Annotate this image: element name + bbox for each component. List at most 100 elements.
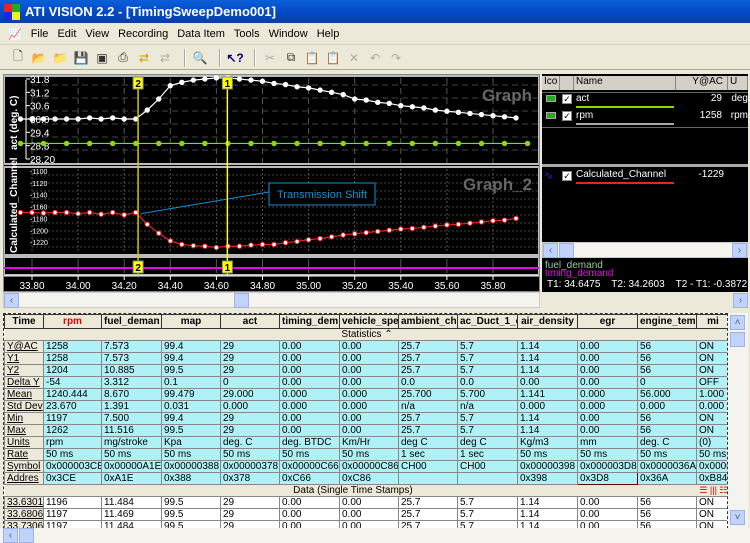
table-cell: 0.000	[339, 388, 399, 401]
menu-recording[interactable]: Recording	[118, 28, 168, 40]
col-unit[interactable]: U	[728, 76, 748, 90]
table-cell: 1262	[43, 424, 102, 437]
checkbox[interactable]: ✓	[562, 111, 572, 121]
row-label[interactable]: Max	[4, 424, 44, 437]
find-icon[interactable]: 🔍	[192, 50, 208, 66]
column-header-air-density[interactable]: air_density	[517, 314, 578, 329]
graph-hscroll[interactable]: ‹	[3, 292, 540, 308]
column-header-ambient-ch[interactable]: ambient_ch	[398, 314, 458, 329]
x-tick-label: 34.40	[158, 281, 183, 291]
delete-icon[interactable]: ✕	[346, 50, 362, 66]
menu-window[interactable]: Window	[269, 28, 308, 40]
column-header-timing-dem[interactable]: timing_dem	[279, 314, 340, 329]
row-label[interactable]: Mean	[4, 388, 44, 401]
table-cell: 50 ms	[637, 448, 697, 461]
column-header-engine-tem[interactable]: engine_tem	[637, 314, 697, 329]
scroll-right-button[interactable]: ›	[732, 243, 747, 258]
digital-strip-frame	[4, 256, 539, 276]
print-icon[interactable]: ⎙	[115, 50, 131, 66]
statistics-band[interactable]: Statistics ⌃	[4, 328, 727, 341]
menu-file[interactable]: File	[31, 28, 49, 40]
scroll-left-button[interactable]: ‹	[4, 293, 19, 308]
doc-icon[interactable]: 📈	[8, 28, 22, 41]
column-header-time[interactable]: Time	[4, 314, 44, 329]
open-folder-icon[interactable]: 📁	[52, 50, 68, 66]
scroll-thumb[interactable]	[19, 528, 34, 543]
row-label[interactable]: Y1	[4, 352, 44, 365]
new-icon[interactable]: 🗋	[10, 49, 26, 66]
column-header-act[interactable]: act	[220, 314, 280, 329]
col-yac[interactable]: Y@AC	[676, 76, 728, 90]
legend-row-calculated-channel[interactable]: ∿ ✓ Calculated_Channel -1229	[542, 168, 748, 184]
scroll-up-button[interactable]: ˄	[730, 315, 745, 330]
column-header-fuel-deman[interactable]: fuel_deman	[101, 314, 162, 329]
table-cell: 0.00	[279, 424, 340, 437]
save-all-icon[interactable]: ▣	[94, 50, 110, 66]
column-header-rpm[interactable]: rpm	[43, 314, 102, 329]
graph-canvas[interactable]: 33.80 34.00 34.20 34.40 34.60 34.80 35.00 35.20…	[4, 75, 539, 291]
table-cell: n/a	[457, 400, 518, 413]
row-label[interactable]: 33.6301	[4, 496, 44, 509]
scroll-down-button[interactable]: ˅	[730, 510, 745, 525]
data-table[interactable]: Time rpm fuel_deman map act timing_dem vehicle…	[3, 313, 728, 529]
table-hscroll[interactable]: ‹	[0, 528, 750, 543]
cut-icon[interactable]: ✂	[262, 50, 278, 66]
col-check[interactable]	[560, 76, 574, 90]
column-header-map[interactable]: map	[161, 314, 221, 329]
table-vscroll[interactable]: ˄ ˅	[728, 313, 748, 528]
menu-view[interactable]: View	[85, 28, 109, 40]
legend-row-rpm[interactable]: ✓ rpm 1258 rpm	[542, 109, 748, 125]
scroll-right-button[interactable]: ›	[733, 293, 748, 308]
table-cell: 25.7	[398, 352, 458, 365]
row-label[interactable]: Addres	[4, 472, 44, 485]
row-label[interactable]: Y@AC	[4, 340, 44, 353]
row-label[interactable]: Delta Y	[4, 376, 44, 389]
scroll-thumb[interactable]	[234, 293, 249, 308]
paste-special-icon[interactable]: 📋	[325, 50, 341, 66]
table-cell: 1.14	[517, 508, 578, 521]
menu-tools[interactable]: Tools	[234, 28, 260, 40]
graph-panel[interactable]: 33.80 34.00 34.20 34.40 34.60 34.80 35.00 35.20…	[3, 74, 540, 292]
import-icon[interactable]: ⇄	[157, 50, 173, 66]
export-icon[interactable]: ⇄	[136, 50, 152, 66]
checkbox[interactable]: ✓	[562, 94, 572, 104]
row-label[interactable]: Y2	[4, 364, 44, 377]
table-cell: 50 ms	[220, 448, 280, 461]
scroll-thumb[interactable]	[730, 332, 745, 347]
open-icon[interactable]: 📂	[31, 50, 47, 66]
column-header-egr[interactable]: egr	[577, 314, 638, 329]
column-header-mi[interactable]: mi	[696, 314, 727, 329]
scroll-left-button[interactable]: ‹	[543, 243, 558, 258]
row-label[interactable]: Min	[4, 412, 44, 425]
col-ico[interactable]: Ico	[542, 76, 560, 90]
data-point-rpm	[86, 115, 93, 121]
row-label[interactable]: Symbol	[4, 460, 44, 473]
column-header-ac-duct-1-c[interactable]: ac_Duct_1_c	[457, 314, 518, 329]
data-point-rpm	[490, 112, 496, 119]
copy-icon[interactable]: ⧉	[283, 50, 299, 66]
data-band[interactable]: Data (Single Time Stamps) ☰ ||| ☷	[4, 484, 727, 497]
save-icon[interactable]: 💾	[73, 50, 89, 66]
row-label[interactable]: Rate	[4, 448, 44, 461]
table-cell: CH00	[398, 460, 458, 473]
column-header-vehicle-spe[interactable]: vehicle_spe	[339, 314, 399, 329]
legend-hscroll[interactable]: ‹ ›	[542, 242, 748, 258]
legend-row-act[interactable]: ✓ act 29 deg	[542, 92, 748, 108]
undo-icon[interactable]: ↶	[367, 50, 383, 66]
scroll-thumb[interactable]	[559, 243, 574, 258]
redo-icon[interactable]: ↷	[388, 50, 404, 66]
paste-icon[interactable]: 📋	[304, 50, 320, 66]
table-cell: 7.500	[101, 412, 162, 425]
menu-edit[interactable]: Edit	[57, 28, 76, 40]
row-label[interactable]: 33.6806	[4, 508, 44, 521]
view-mode-icons[interactable]: ☰ ||| ☷	[699, 486, 727, 496]
menu-help[interactable]: Help	[317, 28, 340, 40]
menu-data-item[interactable]: Data Item	[177, 28, 225, 40]
checkbox[interactable]: ✓	[562, 171, 572, 181]
row-label[interactable]: Units	[4, 436, 44, 449]
collapse-icon[interactable]: ⌃	[381, 330, 392, 340]
row-label[interactable]: Std Dev	[4, 400, 44, 413]
col-name[interactable]: Name	[574, 76, 676, 90]
scroll-left-button[interactable]: ‹	[3, 528, 18, 543]
help-pointer-icon[interactable]: ↖?	[226, 50, 243, 66]
